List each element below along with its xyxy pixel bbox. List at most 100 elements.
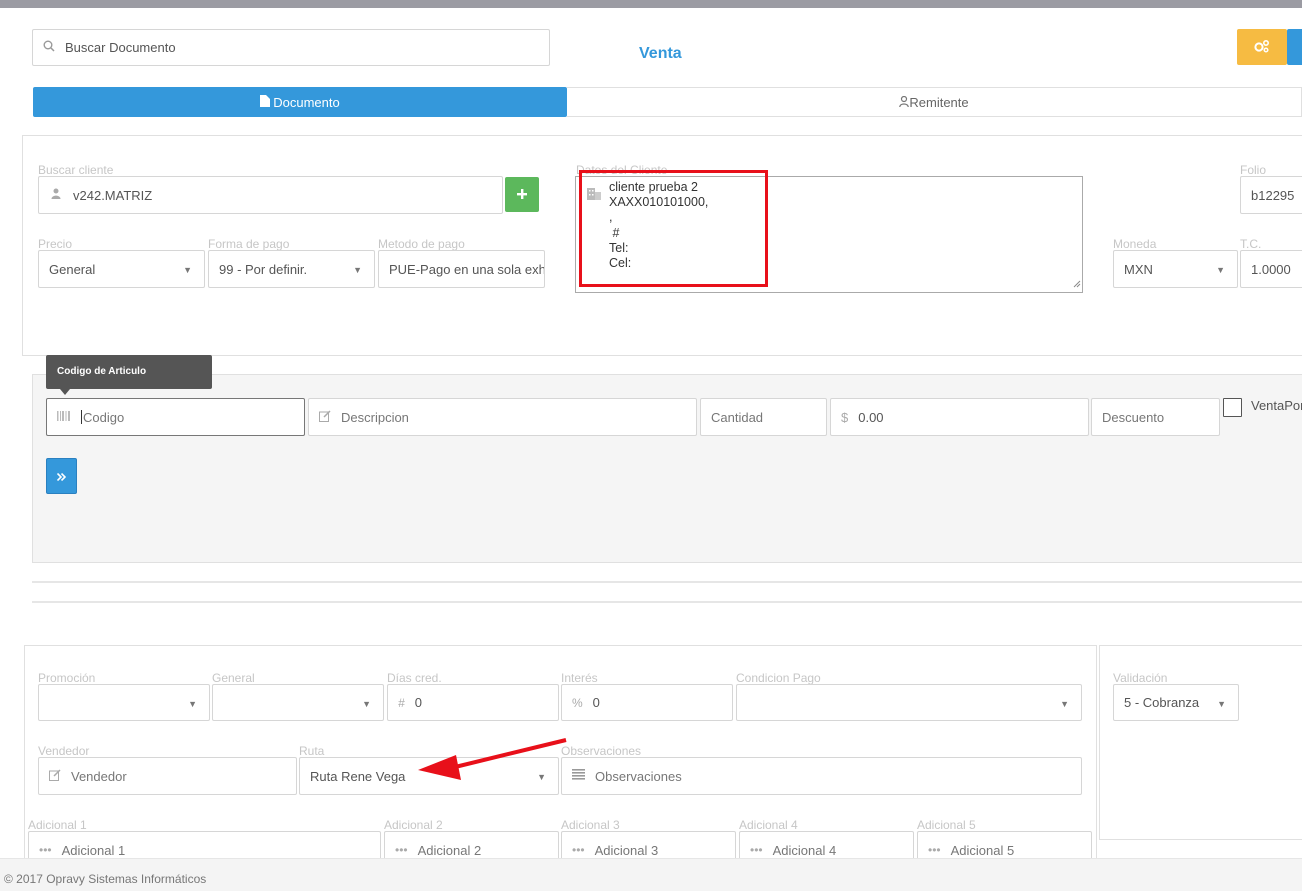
footer-copyright: © 2017 Opravy Sistemas Informáticos bbox=[4, 872, 207, 886]
tc-field[interactable]: 1.0000 bbox=[1240, 250, 1302, 288]
double-chevron-right-icon bbox=[56, 469, 67, 484]
user-icon bbox=[51, 188, 61, 202]
observaciones-label: Observaciones bbox=[561, 744, 642, 758]
forma-pago-value: 99 - Por definir. bbox=[219, 261, 308, 277]
forma-pago-select[interactable]: 99 - Por definir. ▼ bbox=[208, 250, 375, 288]
condicion-pago-label: Condicion Pago bbox=[736, 671, 821, 685]
observaciones-placeholder: Observaciones bbox=[595, 768, 682, 784]
tab-remitente-label: Remitente bbox=[909, 94, 969, 110]
gears-icon bbox=[1254, 39, 1270, 56]
caret-down-icon: ▼ bbox=[353, 265, 362, 275]
metodo-pago-label: Metodo de pago bbox=[378, 237, 465, 251]
tab-remitente[interactable]: Remitente bbox=[567, 87, 1302, 117]
vendedor-input[interactable]: Vendedor bbox=[38, 757, 297, 795]
search-document-input[interactable]: Buscar Documento bbox=[32, 29, 550, 66]
tab-documento[interactable]: Documento bbox=[33, 87, 567, 117]
barcode-icon bbox=[57, 410, 71, 424]
text-cursor bbox=[81, 410, 82, 424]
buscar-cliente-label: Buscar cliente bbox=[38, 163, 114, 177]
adicional-1-label: Adicional 1 bbox=[28, 818, 87, 832]
hash-icon: # bbox=[398, 695, 405, 710]
metodo-pago-select[interactable]: PUE-Pago en una sola exhibición bbox=[378, 250, 545, 288]
ellipsis-icon: ••• bbox=[572, 843, 585, 857]
page-title: Venta bbox=[639, 45, 682, 62]
ruta-value: Ruta Rene Vega bbox=[310, 768, 406, 784]
adicional-3-placeholder: Adicional 3 bbox=[594, 842, 659, 858]
caret-down-icon: ▼ bbox=[1217, 699, 1226, 709]
dias-cred-input[interactable]: # 0 bbox=[387, 684, 559, 721]
tab-documento-label: Documento bbox=[273, 94, 340, 110]
file-icon bbox=[260, 94, 271, 110]
user-icon bbox=[899, 95, 910, 110]
cantidad-placeholder: Cantidad bbox=[711, 409, 764, 425]
moneda-label: Moneda bbox=[1113, 237, 1157, 251]
general-select[interactable]: ▼ bbox=[212, 684, 384, 721]
codigo-placeholder: Codigo bbox=[83, 409, 125, 425]
adicional-4-placeholder: Adicional 4 bbox=[772, 842, 837, 858]
dias-cred-label: Días cred. bbox=[387, 671, 442, 685]
caret-down-icon: ▼ bbox=[188, 699, 197, 709]
descuento-placeholder: Descuento bbox=[1102, 409, 1165, 425]
caret-down-icon: ▼ bbox=[1060, 699, 1069, 709]
validacion-value: 5 - Cobranza bbox=[1124, 695, 1200, 710]
folio-label: Folio bbox=[1240, 163, 1267, 177]
top-bar bbox=[0, 0, 1302, 8]
interes-value: 0 bbox=[592, 695, 600, 710]
tc-value: 1.0000 bbox=[1251, 261, 1291, 277]
forma-pago-label: Forma de pago bbox=[208, 237, 290, 251]
validacion-select[interactable]: 5 - Cobranza ▼ bbox=[1113, 684, 1239, 721]
interes-label: Interés bbox=[561, 671, 598, 685]
moneda-select[interactable]: MXN ▼ bbox=[1113, 250, 1238, 288]
ellipsis-icon: ••• bbox=[750, 843, 763, 857]
adicional-4-label: Adicional 4 bbox=[739, 818, 798, 832]
descuento-input[interactable]: Descuento bbox=[1091, 398, 1220, 436]
edit-icon bbox=[319, 409, 331, 425]
validacion-label: Validación bbox=[1113, 671, 1168, 685]
edit-icon bbox=[49, 768, 61, 784]
dias-cred-value: 0 bbox=[414, 695, 422, 710]
venta-checkbox[interactable] bbox=[1223, 398, 1242, 417]
annotation-arrow bbox=[418, 738, 567, 780]
vendedor-label: Vendedor bbox=[38, 744, 90, 758]
adicional-5-placeholder: Adicional 5 bbox=[950, 842, 1015, 858]
adicional-2-label: Adicional 2 bbox=[384, 818, 443, 832]
caret-down-icon: ▼ bbox=[183, 265, 192, 275]
cantidad-input[interactable]: Cantidad bbox=[700, 398, 827, 436]
add-article-button[interactable] bbox=[46, 458, 77, 494]
resize-handle-icon[interactable] bbox=[1073, 276, 1081, 291]
dollar-icon: $ bbox=[841, 409, 849, 425]
search-icon bbox=[43, 40, 55, 55]
observaciones-input[interactable]: Observaciones bbox=[561, 757, 1082, 795]
ellipsis-icon: ••• bbox=[395, 843, 408, 857]
action-button[interactable] bbox=[1287, 29, 1302, 65]
moneda-value: MXN bbox=[1124, 261, 1153, 277]
ellipsis-icon: ••• bbox=[39, 843, 52, 857]
tc-label: T.C. bbox=[1240, 237, 1262, 251]
list-icon bbox=[572, 769, 585, 783]
annotation-highlight-box bbox=[579, 170, 768, 287]
add-client-button[interactable] bbox=[505, 177, 539, 212]
adicional-5-label: Adicional 5 bbox=[917, 818, 976, 832]
interes-input[interactable]: % 0 bbox=[561, 684, 733, 721]
codigo-input[interactable]: Codigo bbox=[46, 398, 305, 436]
precio-input[interactable]: $ 0.00 bbox=[830, 398, 1089, 436]
adicional-2-placeholder: Adicional 2 bbox=[417, 842, 482, 858]
tooltip-arrow bbox=[60, 389, 70, 395]
general-label: General bbox=[212, 671, 255, 685]
precio-select[interactable]: General ▼ bbox=[38, 250, 205, 288]
promocion-select[interactable]: ▼ bbox=[38, 684, 210, 721]
descripcion-input[interactable]: Descripcion bbox=[308, 398, 697, 436]
client-search-input[interactable]: v242.MATRIZ bbox=[38, 176, 503, 214]
client-search-value: v242.MATRIZ bbox=[73, 187, 153, 203]
plus-icon bbox=[517, 187, 527, 202]
caret-down-icon: ▼ bbox=[1216, 265, 1225, 275]
condicion-pago-select[interactable]: ▼ bbox=[736, 684, 1082, 721]
precio-label: Precio bbox=[38, 237, 73, 251]
percent-icon: % bbox=[572, 695, 583, 710]
folio-field[interactable]: b12295 bbox=[1240, 176, 1302, 214]
footer: © 2017 Opravy Sistemas Informáticos bbox=[0, 858, 1302, 891]
adicional-3-label: Adicional 3 bbox=[561, 818, 620, 832]
settings-button[interactable] bbox=[1237, 29, 1287, 65]
search-document-placeholder: Buscar Documento bbox=[65, 40, 176, 55]
descripcion-placeholder: Descripcion bbox=[341, 409, 409, 425]
